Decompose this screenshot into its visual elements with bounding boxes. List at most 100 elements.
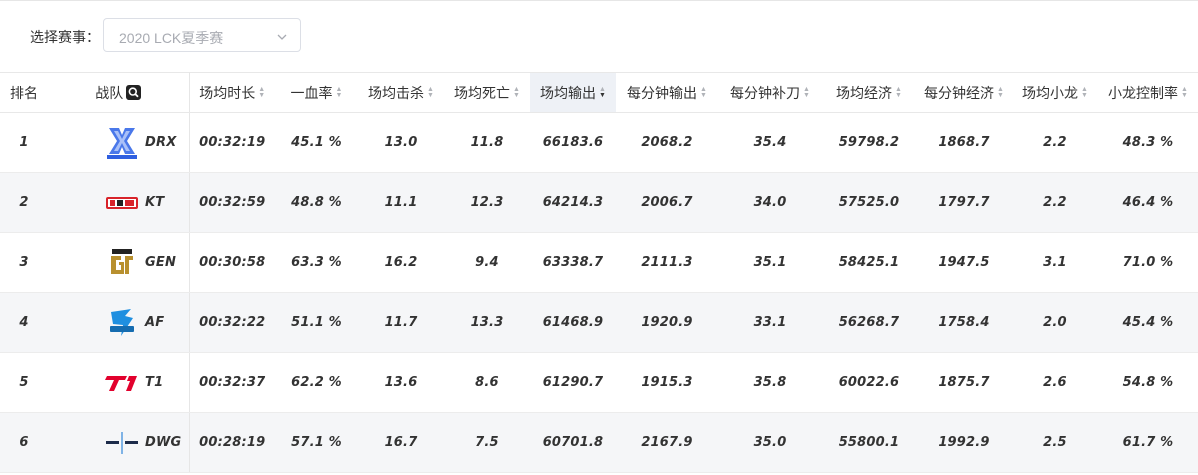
rank-cell: 5 <box>0 352 48 413</box>
col-dragon-control[interactable]: 小龙控制率 ▲ ▼ <box>1098 72 1198 113</box>
avg-damage-cell: 61468.9 <box>530 292 616 353</box>
gpm-cell: 1758.4 <box>916 292 1012 353</box>
col-avg-time[interactable]: 场均时长 ▲ ▼ <box>189 72 275 113</box>
avg-gold-cell: 56268.7 <box>822 292 916 353</box>
dpm-cell: 2006.7 <box>616 172 718 233</box>
first-blood-cell: 45.1 % <box>275 112 358 173</box>
avg-damage-cell: 64214.3 <box>530 172 616 233</box>
sort-arrows-icon[interactable]: ▲ ▼ <box>1181 86 1188 99</box>
team-cell[interactable]: DWG <box>48 412 190 473</box>
col-avg-dragons[interactable]: 场均小龙 ▲ ▼ <box>1012 72 1098 113</box>
first-blood-cell: 62.2 % <box>275 352 358 413</box>
sort-arrows-icon[interactable]: ▲ ▼ <box>513 86 520 99</box>
table-row[interactable]: 6 DWG 00:28:19 57.1 % 16.7 7.5 60701.8 2… <box>0 412 1198 473</box>
avg-damage-cell: 60701.8 <box>530 412 616 473</box>
team-name: KT <box>145 195 165 210</box>
gpm-cell: 1797.7 <box>916 172 1012 233</box>
avg-time-cell: 00:32:59 <box>189 172 275 233</box>
col-gpm[interactable]: 每分钟经济 ▲ ▼ <box>916 72 1012 113</box>
first-blood-cell: 51.1 % <box>275 292 358 353</box>
dragon-control-cell: 71.0 % <box>1098 232 1198 293</box>
sort-arrows-icon[interactable]: ▲ ▼ <box>427 86 434 99</box>
col-dpm[interactable]: 每分钟输出 ▲ ▼ <box>616 72 718 113</box>
first-blood-cell: 48.8 % <box>275 172 358 233</box>
avg-kills-cell: 13.0 <box>358 112 444 173</box>
team-cell[interactable]: DRX <box>48 112 190 173</box>
rank-cell: 4 <box>0 292 48 353</box>
sort-arrows-icon[interactable]: ▲ ▼ <box>895 86 902 99</box>
dpm-cell: 2111.3 <box>616 232 718 293</box>
col-first-blood[interactable]: 一血率 ▲ ▼ <box>275 72 358 113</box>
avg-gold-cell: 55800.1 <box>822 412 916 473</box>
sort-arrows-icon[interactable]: ▲ ▼ <box>1081 86 1088 99</box>
af-logo-icon <box>105 306 139 340</box>
avg-kills-cell: 16.2 <box>358 232 444 293</box>
avg-kills-cell: 11.7 <box>358 292 444 353</box>
col-avg-kills[interactable]: 场均击杀 ▲ ▼ <box>358 72 444 113</box>
first-blood-cell: 57.1 % <box>275 412 358 473</box>
avg-kills-cell: 16.7 <box>358 412 444 473</box>
avg-damage-cell: 66183.6 <box>530 112 616 173</box>
event-select[interactable]: 2020 LCK夏季赛 <box>103 18 301 52</box>
avg-dragons-cell: 2.6 <box>1012 352 1098 413</box>
table-row[interactable]: 5 T1 00:32:37 62.2 % 13.6 8.6 61290.7 19… <box>0 352 1198 413</box>
sort-arrows-icon[interactable]: ▲ ▼ <box>997 86 1004 99</box>
col-avg-gold[interactable]: 场均经济 ▲ ▼ <box>822 72 916 113</box>
search-icon[interactable] <box>126 85 142 101</box>
team-cell[interactable]: GEN <box>48 232 190 293</box>
cspm-cell: 35.0 <box>718 412 822 473</box>
gpm-cell: 1875.7 <box>916 352 1012 413</box>
event-filter-label: 选择赛事： <box>30 29 100 45</box>
sort-arrows-icon[interactable]: ▲ ▼ <box>700 86 707 99</box>
avg-gold-cell: 60022.6 <box>822 352 916 413</box>
avg-deaths-cell: 9.4 <box>444 232 530 293</box>
table-header-row: 排名 战队 场均时长 ▲ ▼ 一血率 ▲ ▼ 场均击杀 ▲ ▼ 场均死亡 ▲ ▼ 场均输出 ▲ ▼ … <box>0 72 1198 113</box>
sort-arrows-icon[interactable]: ▲ ▼ <box>336 86 343 99</box>
dpm-cell: 1915.3 <box>616 352 718 413</box>
t1-logo-icon <box>105 366 139 400</box>
gpm-cell: 1992.9 <box>916 412 1012 473</box>
avg-kills-cell: 13.6 <box>358 352 444 413</box>
avg-deaths-cell: 13.3 <box>444 292 530 353</box>
col-avg-deaths[interactable]: 场均死亡 ▲ ▼ <box>444 72 530 113</box>
team-name: AF <box>145 315 165 330</box>
cspm-cell: 35.4 <box>718 112 822 173</box>
dragon-control-cell: 45.4 % <box>1098 292 1198 353</box>
dragon-control-cell: 54.8 % <box>1098 352 1198 413</box>
avg-gold-cell: 58425.1 <box>822 232 916 293</box>
col-cspm[interactable]: 每分钟补刀 ▲ ▼ <box>718 72 822 113</box>
col-avg-damage[interactable]: 场均输出 ▲ ▼ <box>530 72 616 113</box>
avg-deaths-cell: 7.5 <box>444 412 530 473</box>
col-rank: 排名 <box>0 72 48 113</box>
team-cell[interactable]: AF <box>48 292 190 353</box>
gpm-cell: 1947.5 <box>916 232 1012 293</box>
table-row[interactable]: 1 DRX 00:32:19 45.1 % 13.0 11.8 66183.6 … <box>0 112 1198 173</box>
avg-deaths-cell: 11.8 <box>444 112 530 173</box>
team-name: DRX <box>145 135 177 150</box>
sort-arrows-icon[interactable]: ▲ ▼ <box>599 86 606 99</box>
team-stats-table: 排名 战队 场均时长 ▲ ▼ 一血率 ▲ ▼ 场均击杀 ▲ ▼ 场均死亡 ▲ ▼ 场均输出 ▲ ▼ … <box>0 72 1198 473</box>
team-name: T1 <box>145 375 164 390</box>
table-row[interactable]: 3 GEN 00:30:58 63.3 % 16.2 9.4 63338.7 2… <box>0 232 1198 293</box>
avg-dragons-cell: 2.0 <box>1012 292 1098 353</box>
drx-logo-icon <box>105 126 139 160</box>
cspm-cell: 34.0 <box>718 172 822 233</box>
avg-damage-cell: 63338.7 <box>530 232 616 293</box>
team-cell[interactable]: KT <box>48 172 190 233</box>
team-cell[interactable]: T1 <box>48 352 190 413</box>
dpm-cell: 1920.9 <box>616 292 718 353</box>
dragon-control-cell: 46.4 % <box>1098 172 1198 233</box>
avg-dragons-cell: 2.2 <box>1012 112 1098 173</box>
table-row[interactable]: 4 AF 00:32:22 51.1 % 11.7 13.3 61468.9 1… <box>0 292 1198 353</box>
dpm-cell: 2167.9 <box>616 412 718 473</box>
sort-arrows-icon[interactable]: ▲ ▼ <box>803 86 810 99</box>
dpm-cell: 2068.2 <box>616 112 718 173</box>
avg-time-cell: 00:28:19 <box>189 412 275 473</box>
avg-time-cell: 00:30:58 <box>189 232 275 293</box>
cspm-cell: 35.1 <box>718 232 822 293</box>
avg-dragons-cell: 2.5 <box>1012 412 1098 473</box>
avg-damage-cell: 61290.7 <box>530 352 616 413</box>
rank-cell: 2 <box>0 172 48 233</box>
table-row[interactable]: 2 KT 00:32:59 48.8 % 11.1 12.3 64214.3 2… <box>0 172 1198 233</box>
sort-arrows-icon[interactable]: ▲ ▼ <box>258 86 265 99</box>
